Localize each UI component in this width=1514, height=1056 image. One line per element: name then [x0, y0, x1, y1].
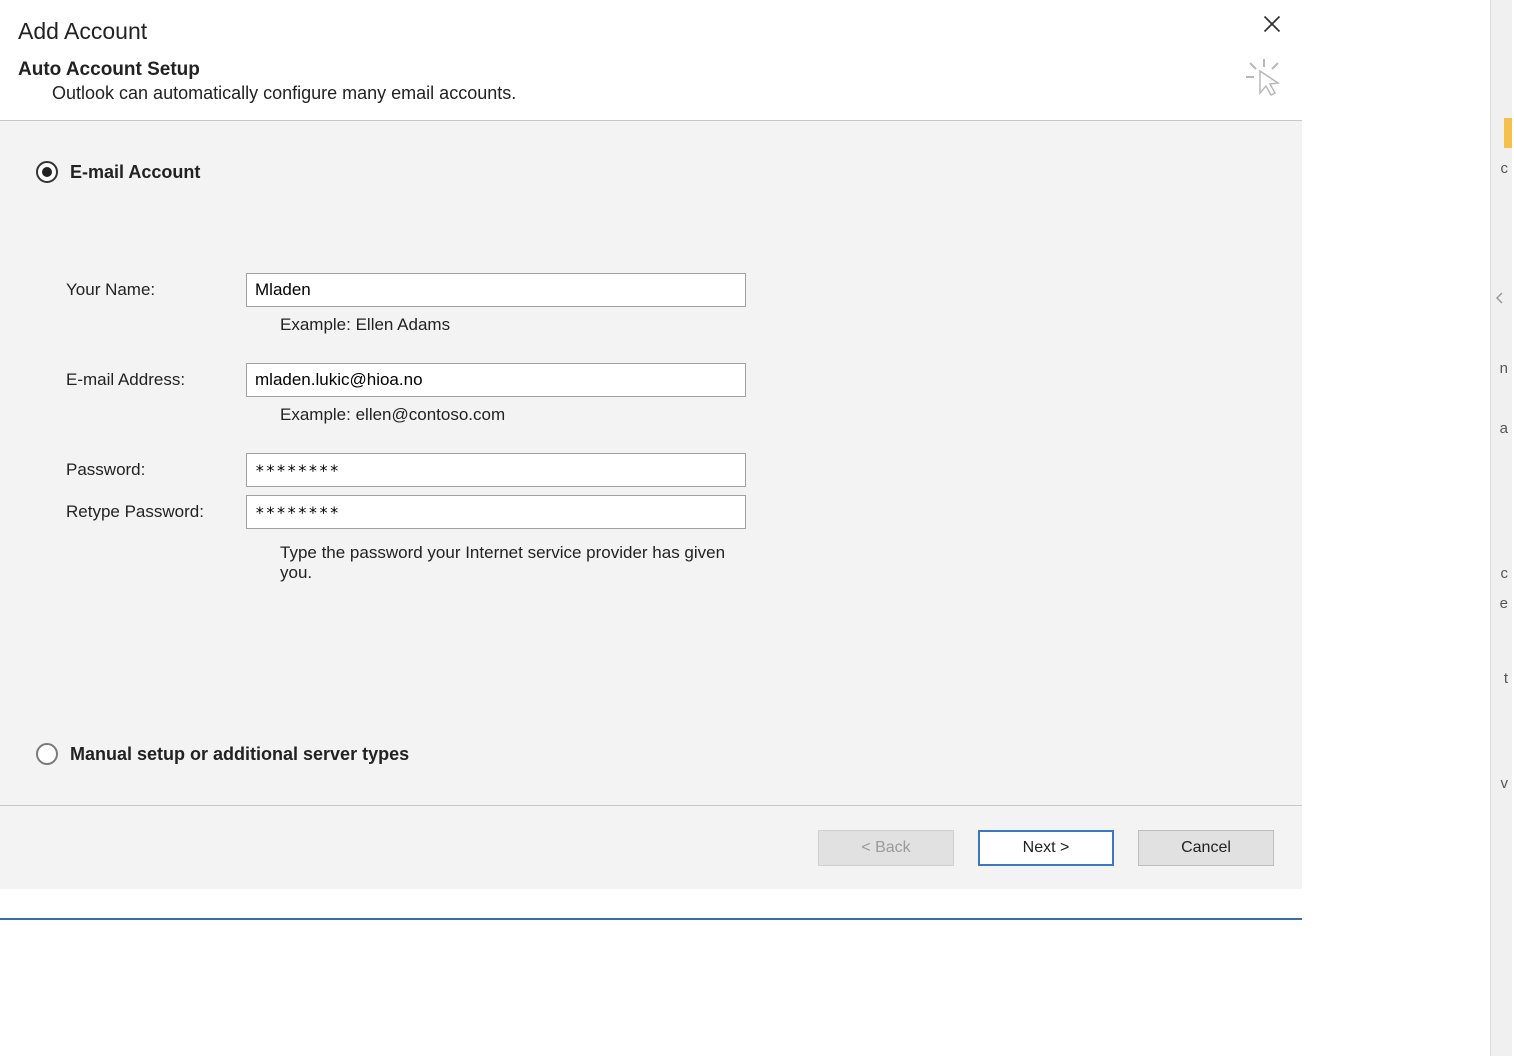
background-accent: [1504, 118, 1512, 148]
name-label: Your Name:: [66, 280, 236, 300]
background-letter: e: [1500, 595, 1508, 612]
dialog-body: E-mail Account Your Name: Example: Ellen…: [0, 120, 1302, 805]
name-example: Example: Ellen Adams: [246, 315, 746, 335]
radio-button-selected[interactable]: [36, 161, 58, 183]
email-example: Example: ellen@contoso.com: [246, 405, 746, 425]
collapse-arrow-icon: [1492, 290, 1510, 308]
close-button[interactable]: [1262, 14, 1282, 40]
background-letter: n: [1500, 360, 1508, 377]
dialog-header: Add Account: [0, 0, 1302, 59]
add-account-dialog: Add Account Auto Account Setup Outlook c…: [0, 0, 1302, 920]
cancel-button[interactable]: Cancel: [1138, 830, 1274, 866]
scrollbar-track: [1490, 0, 1512, 1056]
password-hint: Type the password your Internet service …: [246, 543, 746, 583]
password-label: Password:: [66, 460, 236, 480]
cursor-click-icon: [1244, 57, 1284, 97]
account-form: Your Name: Example: Ellen Adams E-mail A…: [66, 273, 1266, 583]
radio-button-unselected[interactable]: [36, 743, 58, 765]
background-letter: v: [1501, 775, 1509, 792]
dialog-title: Add Account: [18, 18, 1284, 45]
radio-manual-setup[interactable]: Manual setup or additional server types: [36, 743, 409, 765]
email-label: E-mail Address:: [66, 370, 236, 390]
dialog-subtitle: Auto Account Setup: [18, 59, 1284, 81]
radio-email-account[interactable]: E-mail Account: [36, 161, 1266, 183]
back-button: < Back: [818, 830, 954, 866]
background-letter: c: [1501, 565, 1509, 582]
background-letter: a: [1500, 420, 1508, 437]
background-letter: t: [1504, 670, 1508, 687]
name-input[interactable]: [246, 273, 746, 307]
dialog-button-bar: < Back Next > Cancel: [0, 805, 1302, 889]
password-input[interactable]: [246, 453, 746, 487]
radio-dot-icon: [42, 167, 52, 177]
dialog-subheader: Auto Account Setup Outlook can automatic…: [0, 59, 1302, 120]
radio-manual-setup-label: Manual setup or additional server types: [70, 744, 409, 765]
dialog-subdesc: Outlook can automatically configure many…: [18, 83, 1284, 104]
background-letter: c: [1501, 160, 1509, 177]
radio-email-account-label: E-mail Account: [70, 162, 200, 183]
background-window-edge: c n a c e t v: [1302, 0, 1512, 1056]
email-input[interactable]: [246, 363, 746, 397]
next-button[interactable]: Next >: [978, 830, 1114, 866]
retype-password-label: Retype Password:: [66, 502, 236, 522]
close-icon: [1262, 14, 1282, 34]
retype-password-input[interactable]: [246, 495, 746, 529]
